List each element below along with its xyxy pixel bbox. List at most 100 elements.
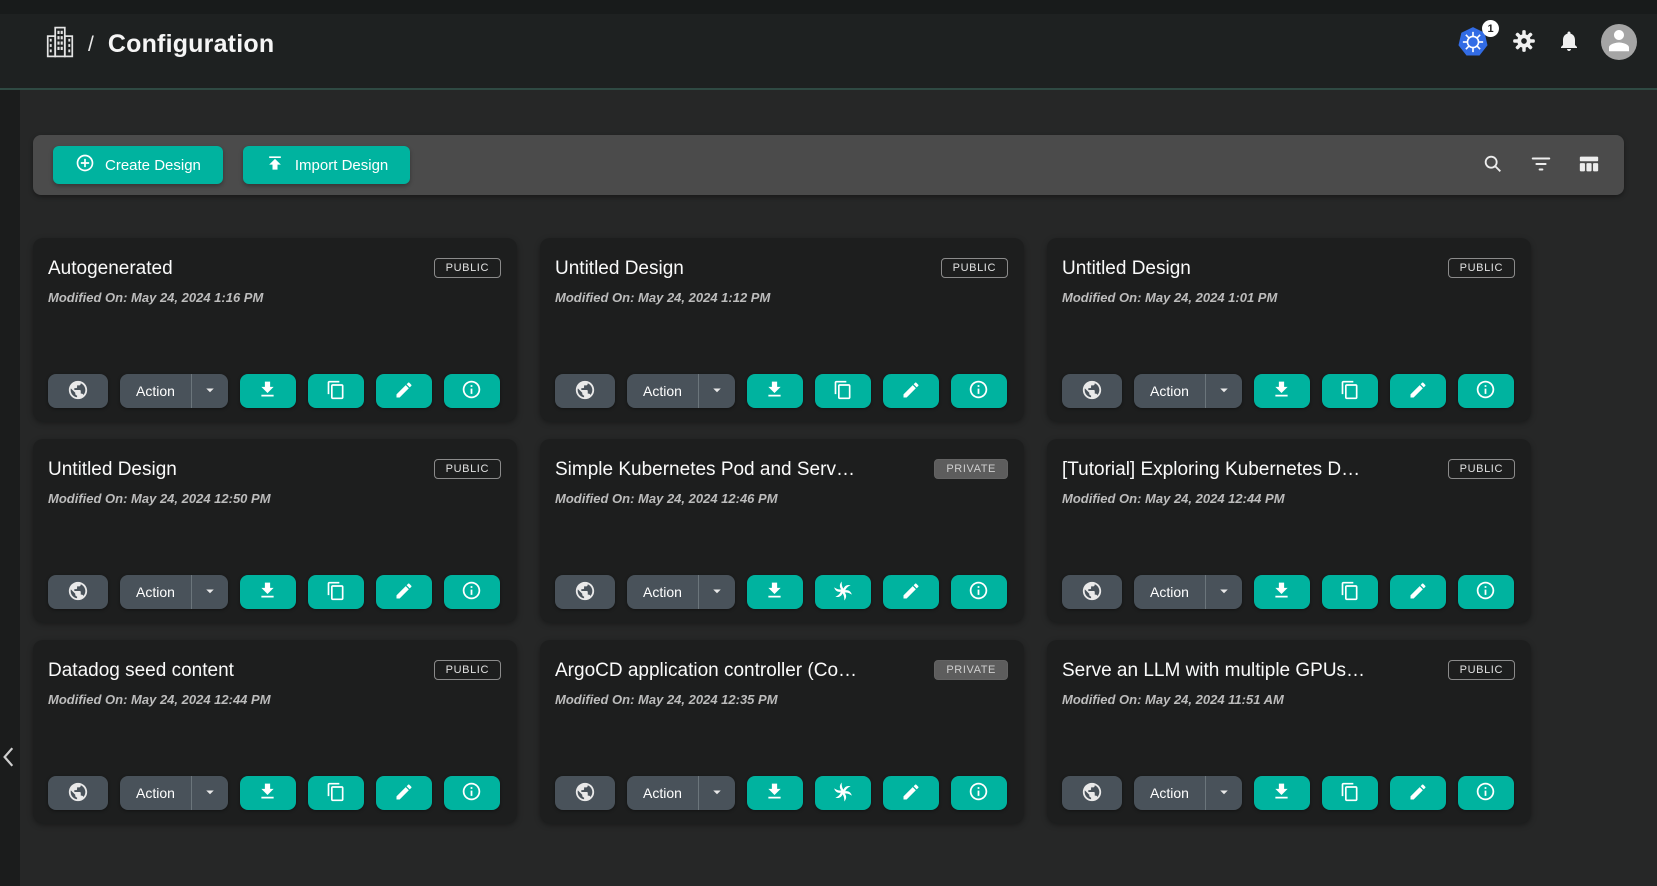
visibility-globe-button[interactable] <box>48 374 108 408</box>
edit-button[interactable] <box>1390 374 1446 408</box>
info-button[interactable] <box>951 776 1007 810</box>
info-button[interactable] <box>444 776 500 810</box>
action-button[interactable]: Action <box>627 776 698 810</box>
info-button[interactable] <box>444 575 500 609</box>
download-button[interactable] <box>747 575 803 609</box>
info-button[interactable] <box>1458 575 1514 609</box>
download-icon <box>257 379 278 403</box>
action-button[interactable]: Action <box>1134 776 1205 810</box>
copy-button[interactable] <box>1322 374 1378 408</box>
chevron-left-icon[interactable] <box>1 746 17 773</box>
edit-button[interactable] <box>376 575 432 609</box>
copy-button[interactable] <box>308 374 364 408</box>
action-dropdown-button[interactable] <box>1206 575 1242 609</box>
action-dropdown-button[interactable] <box>1206 374 1242 408</box>
download-icon <box>257 580 278 604</box>
info-button[interactable] <box>444 374 500 408</box>
action-button[interactable]: Action <box>1134 374 1205 408</box>
filter-list-icon <box>1530 153 1552 178</box>
search-button[interactable] <box>1482 153 1504 178</box>
pencil-icon <box>901 380 921 403</box>
copy-button[interactable] <box>815 374 871 408</box>
pencil-icon <box>394 782 414 805</box>
visibility-globe-button[interactable] <box>48 776 108 810</box>
visibility-globe-button[interactable] <box>48 575 108 609</box>
info-icon <box>1475 379 1496 403</box>
spiral-button[interactable] <box>815 776 871 810</box>
action-button[interactable]: Action <box>120 776 191 810</box>
spiral-button[interactable] <box>815 575 871 609</box>
edit-button[interactable] <box>376 374 432 408</box>
visibility-globe-button[interactable] <box>1062 575 1122 609</box>
download-button[interactable] <box>1254 575 1310 609</box>
pencil-icon <box>1408 581 1428 604</box>
action-dropdown-button[interactable] <box>699 575 735 609</box>
action-split-button: Action <box>120 374 228 408</box>
card-modified: Modified On: May 24, 2024 12:50 PM <box>48 491 271 506</box>
table-view-button[interactable] <box>1578 153 1600 178</box>
edit-button[interactable] <box>883 374 939 408</box>
action-button[interactable]: Action <box>627 575 698 609</box>
action-dropdown-button[interactable] <box>192 776 228 810</box>
kubernetes-context-indicator[interactable]: 1 <box>1457 26 1491 58</box>
action-dropdown-button[interactable] <box>192 575 228 609</box>
create-design-button[interactable]: Create Design <box>53 146 223 184</box>
settings-button[interactable] <box>1511 28 1537 57</box>
card-modified: Modified On: May 24, 2024 11:51 AM <box>1062 692 1284 707</box>
visibility-badge: PUBLIC <box>434 660 501 680</box>
card-modified: Modified On: May 24, 2024 12:35 PM <box>555 692 778 707</box>
visibility-globe-button[interactable] <box>1062 374 1122 408</box>
download-button[interactable] <box>240 374 296 408</box>
copy-button[interactable] <box>308 776 364 810</box>
copy-button[interactable] <box>1322 575 1378 609</box>
download-icon <box>1271 580 1292 604</box>
action-dropdown-button[interactable] <box>699 776 735 810</box>
filter-button[interactable] <box>1530 153 1552 178</box>
action-split-button: Action <box>1134 776 1242 810</box>
info-button[interactable] <box>951 575 1007 609</box>
card-modified: Modified On: May 24, 2024 1:16 PM <box>48 290 263 305</box>
visibility-globe-button[interactable] <box>1062 776 1122 810</box>
action-button-label: Action <box>643 383 682 399</box>
download-button[interactable] <box>1254 374 1310 408</box>
copy-icon <box>833 380 853 403</box>
edit-button[interactable] <box>1390 776 1446 810</box>
organization-building-icon[interactable] <box>46 26 74 63</box>
edit-button[interactable] <box>1390 575 1446 609</box>
globe-icon <box>1081 580 1103 605</box>
info-button[interactable] <box>951 374 1007 408</box>
download-button[interactable] <box>1254 776 1310 810</box>
info-button[interactable] <box>1458 374 1514 408</box>
copy-button[interactable] <box>308 575 364 609</box>
card-title: Serve an LLM with multiple GPUs… <box>1062 660 1365 682</box>
edit-button[interactable] <box>883 776 939 810</box>
action-dropdown-button[interactable] <box>192 374 228 408</box>
info-icon <box>461 781 482 805</box>
action-button[interactable]: Action <box>627 374 698 408</box>
import-design-button[interactable]: Import Design <box>243 146 410 184</box>
visibility-globe-button[interactable] <box>555 374 615 408</box>
caret-down-icon <box>201 783 219 804</box>
download-button[interactable] <box>240 776 296 810</box>
action-button[interactable]: Action <box>120 575 191 609</box>
edit-button[interactable] <box>883 575 939 609</box>
card-action-bar: Action <box>555 776 1007 810</box>
notifications-button[interactable] <box>1557 29 1581 56</box>
action-button[interactable]: Action <box>120 374 191 408</box>
action-button[interactable]: Action <box>1134 575 1205 609</box>
card-action-bar: Action <box>555 374 1007 408</box>
action-dropdown-button[interactable] <box>1206 776 1242 810</box>
download-button[interactable] <box>747 374 803 408</box>
visibility-globe-button[interactable] <box>555 575 615 609</box>
card-title: Autogenerated <box>48 258 173 280</box>
edit-button[interactable] <box>376 776 432 810</box>
download-button[interactable] <box>240 575 296 609</box>
copy-button[interactable] <box>1322 776 1378 810</box>
card-modified: Modified On: May 24, 2024 1:01 PM <box>1062 290 1277 305</box>
user-avatar[interactable] <box>1601 24 1637 60</box>
visibility-globe-button[interactable] <box>555 776 615 810</box>
download-button[interactable] <box>747 776 803 810</box>
search-icon <box>1482 153 1504 178</box>
info-button[interactable] <box>1458 776 1514 810</box>
action-dropdown-button[interactable] <box>699 374 735 408</box>
